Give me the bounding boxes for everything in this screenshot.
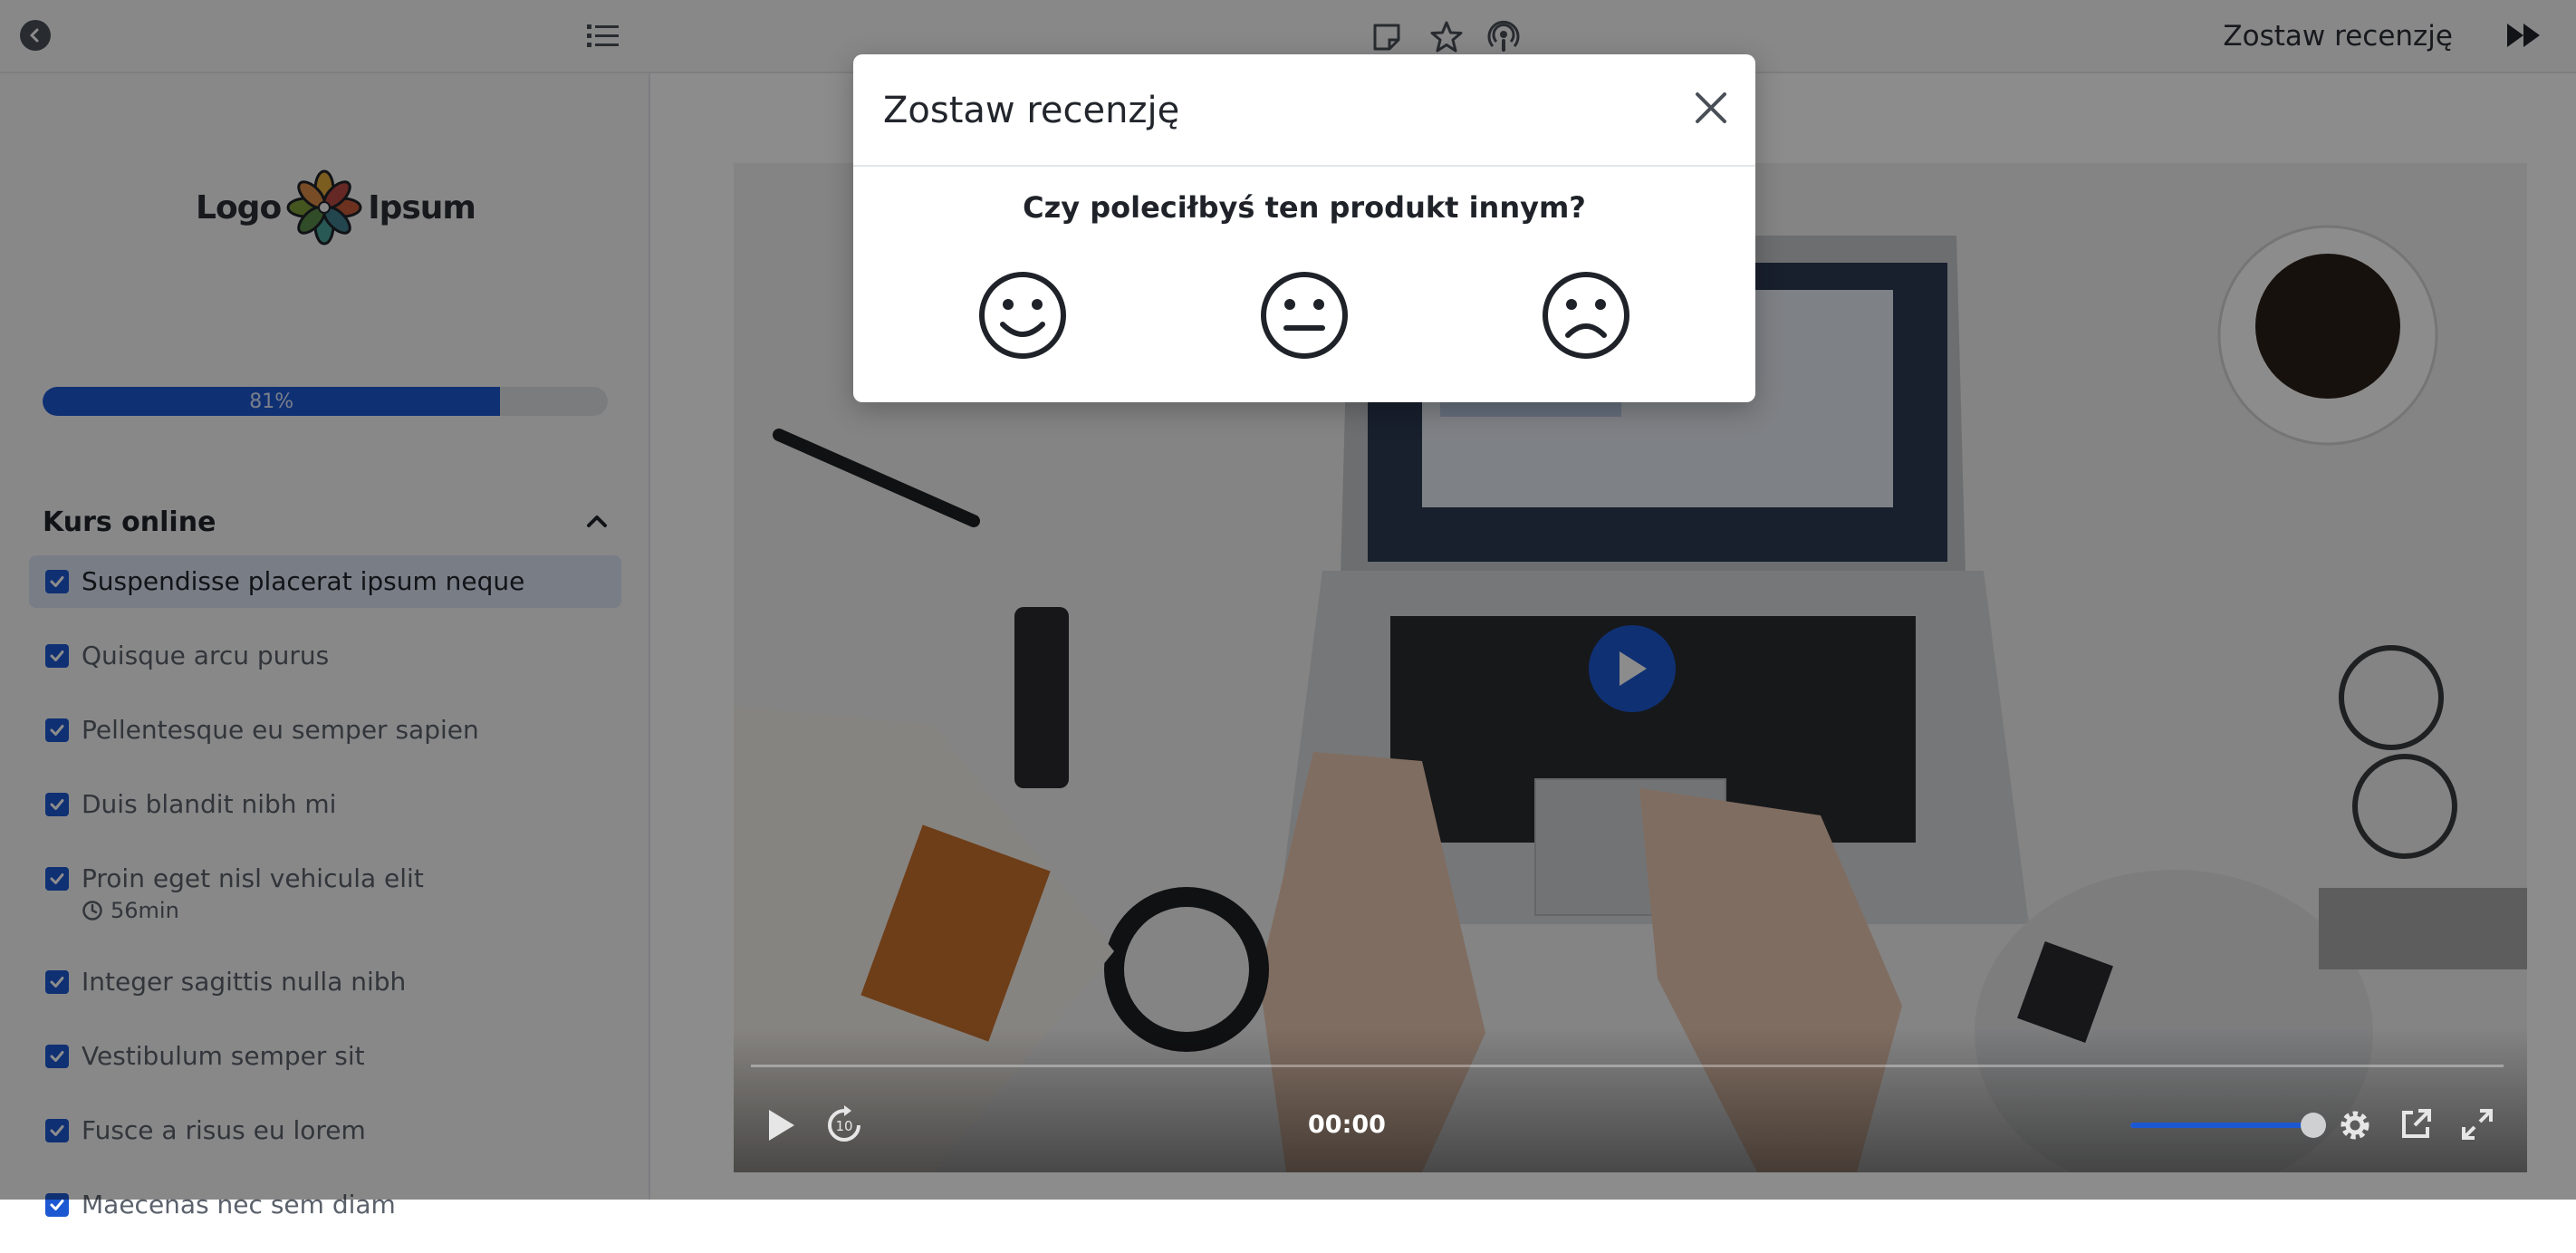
seek-bar[interactable] (751, 1065, 2504, 1067)
review-modal: Zostaw recenzję Czy poleciłbyś ten produ… (853, 54, 1755, 402)
close-icon[interactable] (1694, 91, 1728, 129)
popout-icon[interactable] (2398, 1107, 2433, 1145)
volume-fill (2130, 1123, 2304, 1128)
play-icon[interactable] (766, 1107, 797, 1147)
modal-question: Czy poleciłbyś ten produkt innym? (1023, 190, 1586, 225)
fullscreen-icon[interactable] (2460, 1107, 2494, 1145)
time-label: 00:00 (1308, 1111, 1386, 1139)
modal-header: Zostaw recenzję (853, 54, 1755, 167)
modal-title: Zostaw recenzję (883, 90, 1180, 131)
svg-text:10: 10 (835, 1118, 852, 1134)
sad-face-icon[interactable] (1541, 270, 1631, 361)
settings-icon[interactable] (2337, 1107, 2373, 1147)
rewind-10-icon[interactable]: 10 (822, 1104, 866, 1151)
volume-slider[interactable] (2130, 1113, 2326, 1138)
neutral-face-icon[interactable] (1259, 270, 1350, 361)
happy-face-icon[interactable] (977, 270, 1068, 361)
volume-handle[interactable] (2301, 1113, 2326, 1138)
